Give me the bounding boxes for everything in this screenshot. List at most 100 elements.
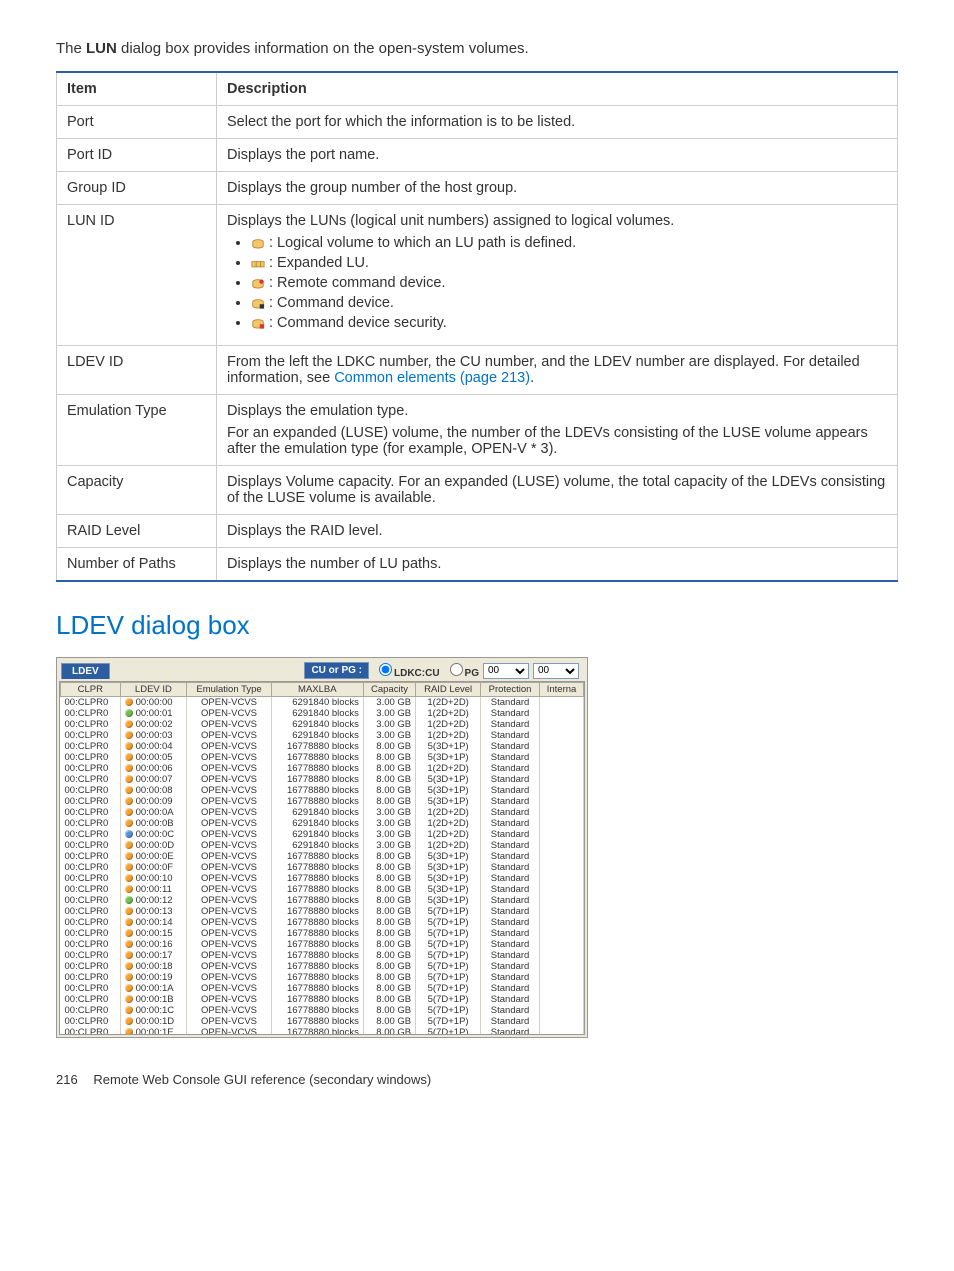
col-capacity[interactable]: Capacity bbox=[363, 683, 415, 697]
row-cap-item: Capacity bbox=[57, 466, 217, 515]
lunid-lead: Displays the LUNs (logical unit numbers)… bbox=[227, 213, 674, 229]
table-row[interactable]: 00:CLPR000:00:17OPEN-VCVS16778880 blocks… bbox=[61, 950, 584, 961]
status-dot-icon bbox=[125, 885, 133, 893]
status-dot-icon bbox=[125, 962, 133, 970]
table-row[interactable]: 00:CLPR000:00:1COPEN-VCVS16778880 blocks… bbox=[61, 1005, 584, 1016]
table-row[interactable]: 00:CLPR000:00:09OPEN-VCVS16778880 blocks… bbox=[61, 796, 584, 807]
table-row[interactable]: 00:CLPR000:00:0FOPEN-VCVS16778880 blocks… bbox=[61, 862, 584, 873]
cu-pg-toolbar: CU or PG : LDKC:CU PG 00 00 bbox=[300, 660, 583, 681]
table-row[interactable]: 00:CLPR000:00:00OPEN-VCVS6291840 blocks3… bbox=[61, 697, 584, 709]
table-row[interactable]: 00:CLPR000:00:0COPEN-VCVS6291840 blocks3… bbox=[61, 829, 584, 840]
row-raid-desc: Displays the RAID level. bbox=[217, 515, 898, 548]
lunid-b4: : Command device. bbox=[269, 295, 394, 311]
ldev-dialog-screenshot: LDEV CU or PG : LDKC:CU PG 00 00 CLPRLDE… bbox=[56, 657, 588, 1038]
row-ldevid-item: LDEV ID bbox=[57, 346, 217, 395]
status-dot-icon bbox=[125, 1028, 133, 1035]
status-dot-icon bbox=[125, 709, 133, 717]
status-dot-icon bbox=[125, 808, 133, 816]
radio-ldkc-cu-input[interactable] bbox=[379, 663, 392, 676]
radio-ldkc-cu-text: LDKC:CU bbox=[394, 668, 440, 679]
radio-pg-input[interactable] bbox=[450, 663, 463, 676]
ldkc-select[interactable]: 00 bbox=[483, 663, 529, 679]
table-row[interactable]: 00:CLPR000:00:16OPEN-VCVS16778880 blocks… bbox=[61, 939, 584, 950]
intro-text: The LUN dialog box provides information … bbox=[56, 40, 898, 57]
status-dot-icon bbox=[125, 1017, 133, 1025]
remote-command-device-icon bbox=[251, 277, 265, 289]
col-protection[interactable]: Protection bbox=[481, 683, 540, 697]
table-row[interactable]: 00:CLPR000:00:0DOPEN-VCVS6291840 blocks3… bbox=[61, 840, 584, 851]
table-row[interactable]: 00:CLPR000:00:15OPEN-VCVS16778880 blocks… bbox=[61, 928, 584, 939]
volume-lupath-icon bbox=[251, 237, 265, 249]
col-maxlba[interactable]: MAXLBA bbox=[271, 683, 363, 697]
table-row[interactable]: 00:CLPR000:00:08OPEN-VCVS16778880 blocks… bbox=[61, 785, 584, 796]
status-dot-icon bbox=[125, 731, 133, 739]
status-dot-icon bbox=[125, 786, 133, 794]
section-title-ldev: LDEV dialog box bbox=[56, 610, 898, 641]
page-footer: 216 Remote Web Console GUI reference (se… bbox=[56, 1072, 898, 1087]
status-dot-icon bbox=[125, 764, 133, 772]
status-dot-icon bbox=[125, 896, 133, 904]
row-groupid-item: Group ID bbox=[57, 172, 217, 205]
cu-select[interactable]: 00 bbox=[533, 663, 579, 679]
table-row[interactable]: 00:CLPR000:00:0EOPEN-VCVS16778880 blocks… bbox=[61, 851, 584, 862]
table-row[interactable]: 00:CLPR000:00:1DOPEN-VCVS16778880 blocks… bbox=[61, 1016, 584, 1027]
row-ldevid-desc: From the left the LDKC number, the CU nu… bbox=[217, 346, 898, 395]
emu-desc2: For an expanded (LUSE) volume, the numbe… bbox=[227, 425, 887, 457]
radio-pg[interactable]: PG bbox=[444, 663, 479, 679]
ldev-grid: CLPRLDEV IDEmulation TypeMAXLBACapacityR… bbox=[60, 682, 584, 1035]
table-row[interactable]: 00:CLPR000:00:11OPEN-VCVS16778880 blocks… bbox=[61, 884, 584, 895]
command-device-security-icon bbox=[251, 317, 265, 329]
status-dot-icon bbox=[125, 753, 133, 761]
col-raid-level[interactable]: RAID Level bbox=[416, 683, 481, 697]
col-ldev-id[interactable]: LDEV ID bbox=[120, 683, 187, 697]
table-row[interactable]: 00:CLPR000:00:0AOPEN-VCVS6291840 blocks3… bbox=[61, 807, 584, 818]
radio-ldkc-cu[interactable]: LDKC:CU bbox=[373, 663, 440, 679]
table-row[interactable]: 00:CLPR000:00:10OPEN-VCVS16778880 blocks… bbox=[61, 873, 584, 884]
status-dot-icon bbox=[125, 907, 133, 915]
table-row[interactable]: 00:CLPR000:00:1EOPEN-VCVS16778880 blocks… bbox=[61, 1027, 584, 1035]
table-row[interactable]: 00:CLPR000:00:19OPEN-VCVS16778880 blocks… bbox=[61, 972, 584, 983]
table-row[interactable]: 00:CLPR000:00:06OPEN-VCVS16778880 blocks… bbox=[61, 763, 584, 774]
status-dot-icon bbox=[125, 742, 133, 750]
status-dot-icon bbox=[125, 863, 133, 871]
table-row[interactable]: 00:CLPR000:00:03OPEN-VCVS6291840 blocks3… bbox=[61, 730, 584, 741]
table-row[interactable]: 00:CLPR000:00:1AOPEN-VCVS16778880 blocks… bbox=[61, 983, 584, 994]
tab-ldev[interactable]: LDEV bbox=[61, 663, 110, 679]
status-dot-icon bbox=[125, 841, 133, 849]
table-row[interactable]: 00:CLPR000:00:07OPEN-VCVS16778880 blocks… bbox=[61, 774, 584, 785]
status-dot-icon bbox=[125, 984, 133, 992]
row-port-item: Port bbox=[57, 106, 217, 139]
table-row[interactable]: 00:CLPR000:00:04OPEN-VCVS16778880 blocks… bbox=[61, 741, 584, 752]
table-row[interactable]: 00:CLPR000:00:14OPEN-VCVS16778880 blocks… bbox=[61, 917, 584, 928]
col-emulation-type[interactable]: Emulation Type bbox=[187, 683, 272, 697]
table-row[interactable]: 00:CLPR000:00:01OPEN-VCVS6291840 blocks3… bbox=[61, 708, 584, 719]
lunid-b3: : Remote command device. bbox=[269, 275, 446, 291]
row-lunid-desc: Displays the LUNs (logical unit numbers)… bbox=[217, 205, 898, 346]
footer-title: Remote Web Console GUI reference (second… bbox=[93, 1072, 431, 1087]
status-dot-icon bbox=[125, 830, 133, 838]
table-row[interactable]: 00:CLPR000:00:0BOPEN-VCVS6291840 blocks3… bbox=[61, 818, 584, 829]
row-lunid-item: LUN ID bbox=[57, 205, 217, 346]
col-clpr[interactable]: CLPR bbox=[61, 683, 121, 697]
command-device-icon bbox=[251, 297, 265, 309]
row-cap-desc: Displays Volume capacity. For an expande… bbox=[217, 466, 898, 515]
status-dot-icon bbox=[125, 775, 133, 783]
table-row[interactable]: 00:CLPR000:00:02OPEN-VCVS6291840 blocks3… bbox=[61, 719, 584, 730]
intro-pre: The bbox=[56, 40, 86, 57]
emu-desc1: Displays the emulation type. bbox=[227, 403, 887, 419]
status-dot-icon bbox=[125, 797, 133, 805]
intro-keyword: LUN bbox=[86, 40, 117, 57]
common-elements-link[interactable]: Common elements (page 213) bbox=[334, 370, 530, 386]
row-groupid-desc: Displays the group number of the host gr… bbox=[217, 172, 898, 205]
row-emu-item: Emulation Type bbox=[57, 395, 217, 466]
table-row[interactable]: 00:CLPR000:00:05OPEN-VCVS16778880 blocks… bbox=[61, 752, 584, 763]
row-paths-item: Number of Paths bbox=[57, 548, 217, 582]
row-portid-desc: Displays the port name. bbox=[217, 139, 898, 172]
table-row[interactable]: 00:CLPR000:00:18OPEN-VCVS16778880 blocks… bbox=[61, 961, 584, 972]
table-row[interactable]: 00:CLPR000:00:12OPEN-VCVS16778880 blocks… bbox=[61, 895, 584, 906]
table-row[interactable]: 00:CLPR000:00:13OPEN-VCVS16778880 blocks… bbox=[61, 906, 584, 917]
col-description: Description bbox=[217, 72, 898, 106]
table-row[interactable]: 00:CLPR000:00:1BOPEN-VCVS16778880 blocks… bbox=[61, 994, 584, 1005]
ldev-grid-scroll[interactable]: CLPRLDEV IDEmulation TypeMAXLBACapacityR… bbox=[59, 681, 585, 1035]
col-interna[interactable]: Interna bbox=[540, 683, 584, 697]
